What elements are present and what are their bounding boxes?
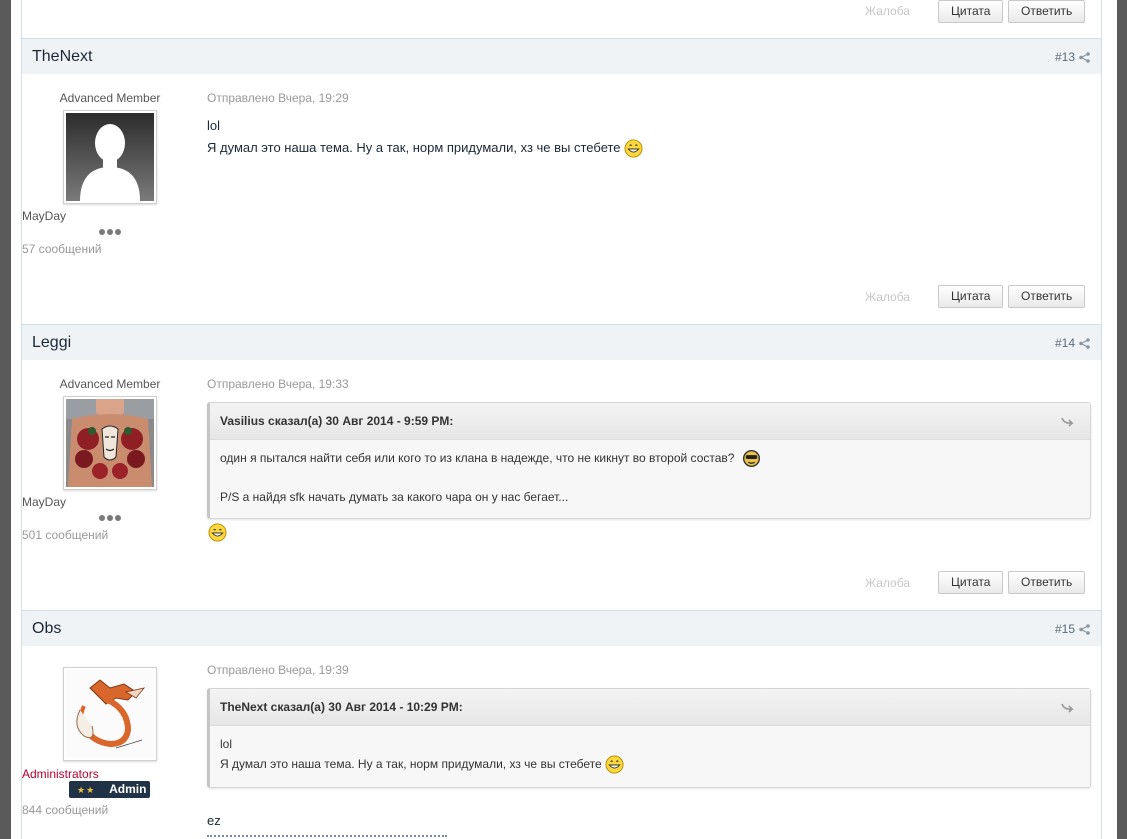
- default-avatar-icon: [66, 113, 154, 201]
- rank-pips: [99, 229, 123, 236]
- cool-smiley-icon: [742, 450, 760, 468]
- post-header: Obs #15: [22, 610, 1101, 646]
- share-icon[interactable]: [1079, 338, 1090, 349]
- quote-line: lol: [220, 737, 233, 751]
- quote-line: Я думал это наша тема. Ну а так, норм пр…: [220, 757, 602, 771]
- quote-citation: TheNext сказал(а) 30 Авг 2014 - 10:29 PM…: [210, 689, 1090, 726]
- avatar[interactable]: [63, 667, 157, 761]
- quote-body: один я пытался найти себя или кого то из…: [210, 440, 1090, 515]
- post-date: Отправлено Вчера, 19:39: [207, 663, 349, 677]
- author-group: Advanced Member: [59, 377, 161, 391]
- post-date: Отправлено Вчера, 19:33: [207, 377, 349, 391]
- grin-smiley-icon: [624, 139, 643, 158]
- laugh-smiley-icon: [208, 523, 227, 542]
- avatar[interactable]: [63, 396, 157, 490]
- post-date: Отправлено Вчера, 19:29: [207, 91, 349, 105]
- post-count: 501 сообщений: [22, 528, 109, 542]
- post-13: TheNext #13 Advanced Member MayDay 57 со…: [22, 38, 1101, 325]
- report-link[interactable]: Жалоба: [865, 576, 910, 590]
- report-link[interactable]: Жалоба: [865, 290, 910, 304]
- post-header: TheNext #13: [22, 38, 1101, 74]
- share-icon[interactable]: [1079, 52, 1090, 63]
- post-body: lol Я думал это наша тема. Ну а так, нор…: [207, 115, 643, 159]
- post-author[interactable]: Obs: [32, 620, 61, 638]
- post-15: Obs #15 Administrators ★★ Admin 844 сооб…: [22, 610, 1101, 839]
- post-author[interactable]: Leggi: [32, 334, 71, 352]
- jump-to-post-icon[interactable]: [1060, 415, 1074, 427]
- post-count: 844 сообщений: [22, 803, 109, 817]
- author-group: Advanced Member: [59, 91, 161, 105]
- tattoo-avatar-image: [66, 399, 154, 487]
- report-link[interactable]: Жалоба: [865, 4, 910, 18]
- quote-button[interactable]: Цитата: [938, 571, 1004, 594]
- post-number[interactable]: #14: [1055, 336, 1075, 350]
- post-text-line: ez: [207, 813, 221, 828]
- post-number[interactable]: #13: [1055, 50, 1075, 64]
- reply-button[interactable]: Ответить: [1008, 0, 1086, 23]
- quote-block: Vasilius сказал(а) 30 Авг 2014 - 9:59 PM…: [207, 402, 1091, 519]
- avatar[interactable]: [63, 110, 157, 204]
- jump-to-post-icon[interactable]: [1060, 701, 1074, 713]
- member-title: MayDay: [22, 495, 67, 509]
- forum-page: Жалоба Цитата Ответить TheNext #13 Advan…: [11, 0, 1117, 839]
- post-count: 57 сообщений: [22, 242, 102, 256]
- rank-stars-icon: ★★: [77, 785, 96, 795]
- reply-button[interactable]: Ответить: [1008, 571, 1086, 594]
- post-text-line: lol: [207, 118, 221, 133]
- rank-pips: [99, 515, 123, 522]
- quote-line: один я пытался найти себя или кого то из…: [220, 451, 735, 465]
- member-group-admins: Administrators: [22, 767, 99, 781]
- fox-avatar-image: [66, 670, 154, 758]
- quote-button[interactable]: Цитата: [938, 285, 1004, 308]
- quote-body: lol Я думал это наша тема. Ну а так, нор…: [210, 726, 1090, 782]
- grin-smiley-icon: [605, 755, 624, 774]
- topic-container: Жалоба Цитата Ответить TheNext #13 Advan…: [21, 0, 1102, 839]
- quote-line: P/S а найдя sfk начать думать за какого …: [220, 490, 569, 505]
- post-header: Leggi #14: [22, 324, 1101, 360]
- admin-badge: ★★ Admin: [69, 781, 150, 798]
- reply-button[interactable]: Ответить: [1008, 285, 1086, 308]
- post-link[interactable]: [207, 835, 447, 839]
- member-title: MayDay: [22, 209, 67, 223]
- post-author[interactable]: TheNext: [32, 48, 92, 66]
- post-text-line: Я думал это наша тема. Ну а так, норм пр…: [207, 140, 621, 155]
- share-icon[interactable]: [1079, 624, 1090, 635]
- quote-button[interactable]: Цитата: [938, 0, 1004, 23]
- post-14: Leggi #14 Advanced Member MayDay 501 соо…: [22, 324, 1101, 611]
- post-number[interactable]: #15: [1055, 622, 1075, 636]
- quote-citation: Vasilius сказал(а) 30 Авг 2014 - 9:59 PM…: [210, 403, 1090, 440]
- quote-block: TheNext сказал(а) 30 Авг 2014 - 10:29 PM…: [207, 688, 1091, 788]
